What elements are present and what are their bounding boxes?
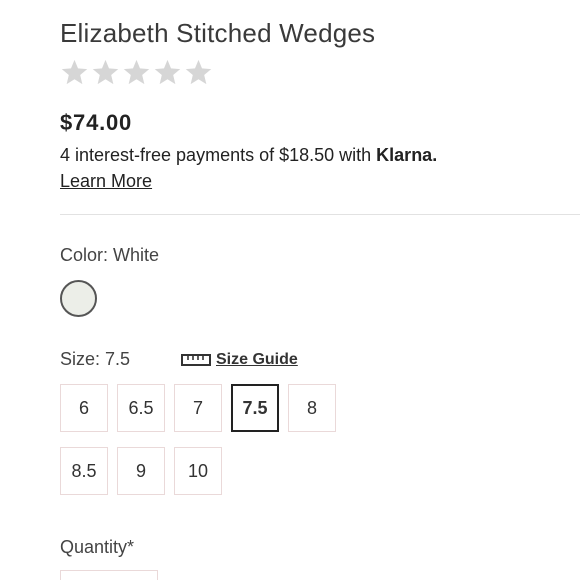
star-icon xyxy=(61,59,88,85)
quantity-label: Quantity* xyxy=(60,537,135,557)
star-icon xyxy=(154,59,181,85)
size-option[interactable]: 8 xyxy=(288,384,336,432)
size-option[interactable]: 10 xyxy=(174,447,222,495)
star-rating[interactable] xyxy=(60,58,213,87)
klarna-installments: 4 interest-free payments of $18.50 with … xyxy=(60,145,437,166)
size-guide-label: Size Guide xyxy=(216,351,298,368)
size-option[interactable]: 7 xyxy=(174,384,222,432)
learn-more-link[interactable]: Learn More xyxy=(60,171,152,192)
size-option[interactable]: 6.5 xyxy=(117,384,165,432)
klarna-logo: Klarna. xyxy=(376,145,438,165)
ruler-icon xyxy=(181,354,211,366)
divider xyxy=(60,214,580,215)
klarna-text: 4 interest-free payments of $18.50 with xyxy=(60,145,377,165)
product-detail-panel: Elizabeth Stitched Wedges $74.00 4 inter… xyxy=(0,0,580,580)
size-option-selected[interactable]: 7.5 xyxy=(231,384,279,432)
star-icon xyxy=(123,59,150,85)
color-swatch-white[interactable] xyxy=(60,280,97,317)
size-option[interactable]: 9 xyxy=(117,447,165,495)
product-price: $74.00 xyxy=(60,110,133,135)
size-guide-link[interactable]: Size Guide xyxy=(181,351,298,369)
star-icon xyxy=(185,59,212,85)
size-option[interactable]: 8.5 xyxy=(60,447,108,495)
product-title: Elizabeth Stitched Wedges xyxy=(60,18,376,48)
color-label: Color: White xyxy=(60,245,160,265)
size-label: Size: 7.5 xyxy=(60,349,131,369)
quantity-field[interactable] xyxy=(60,570,158,580)
size-option[interactable]: 6 xyxy=(60,384,108,432)
star-icon xyxy=(92,59,119,85)
